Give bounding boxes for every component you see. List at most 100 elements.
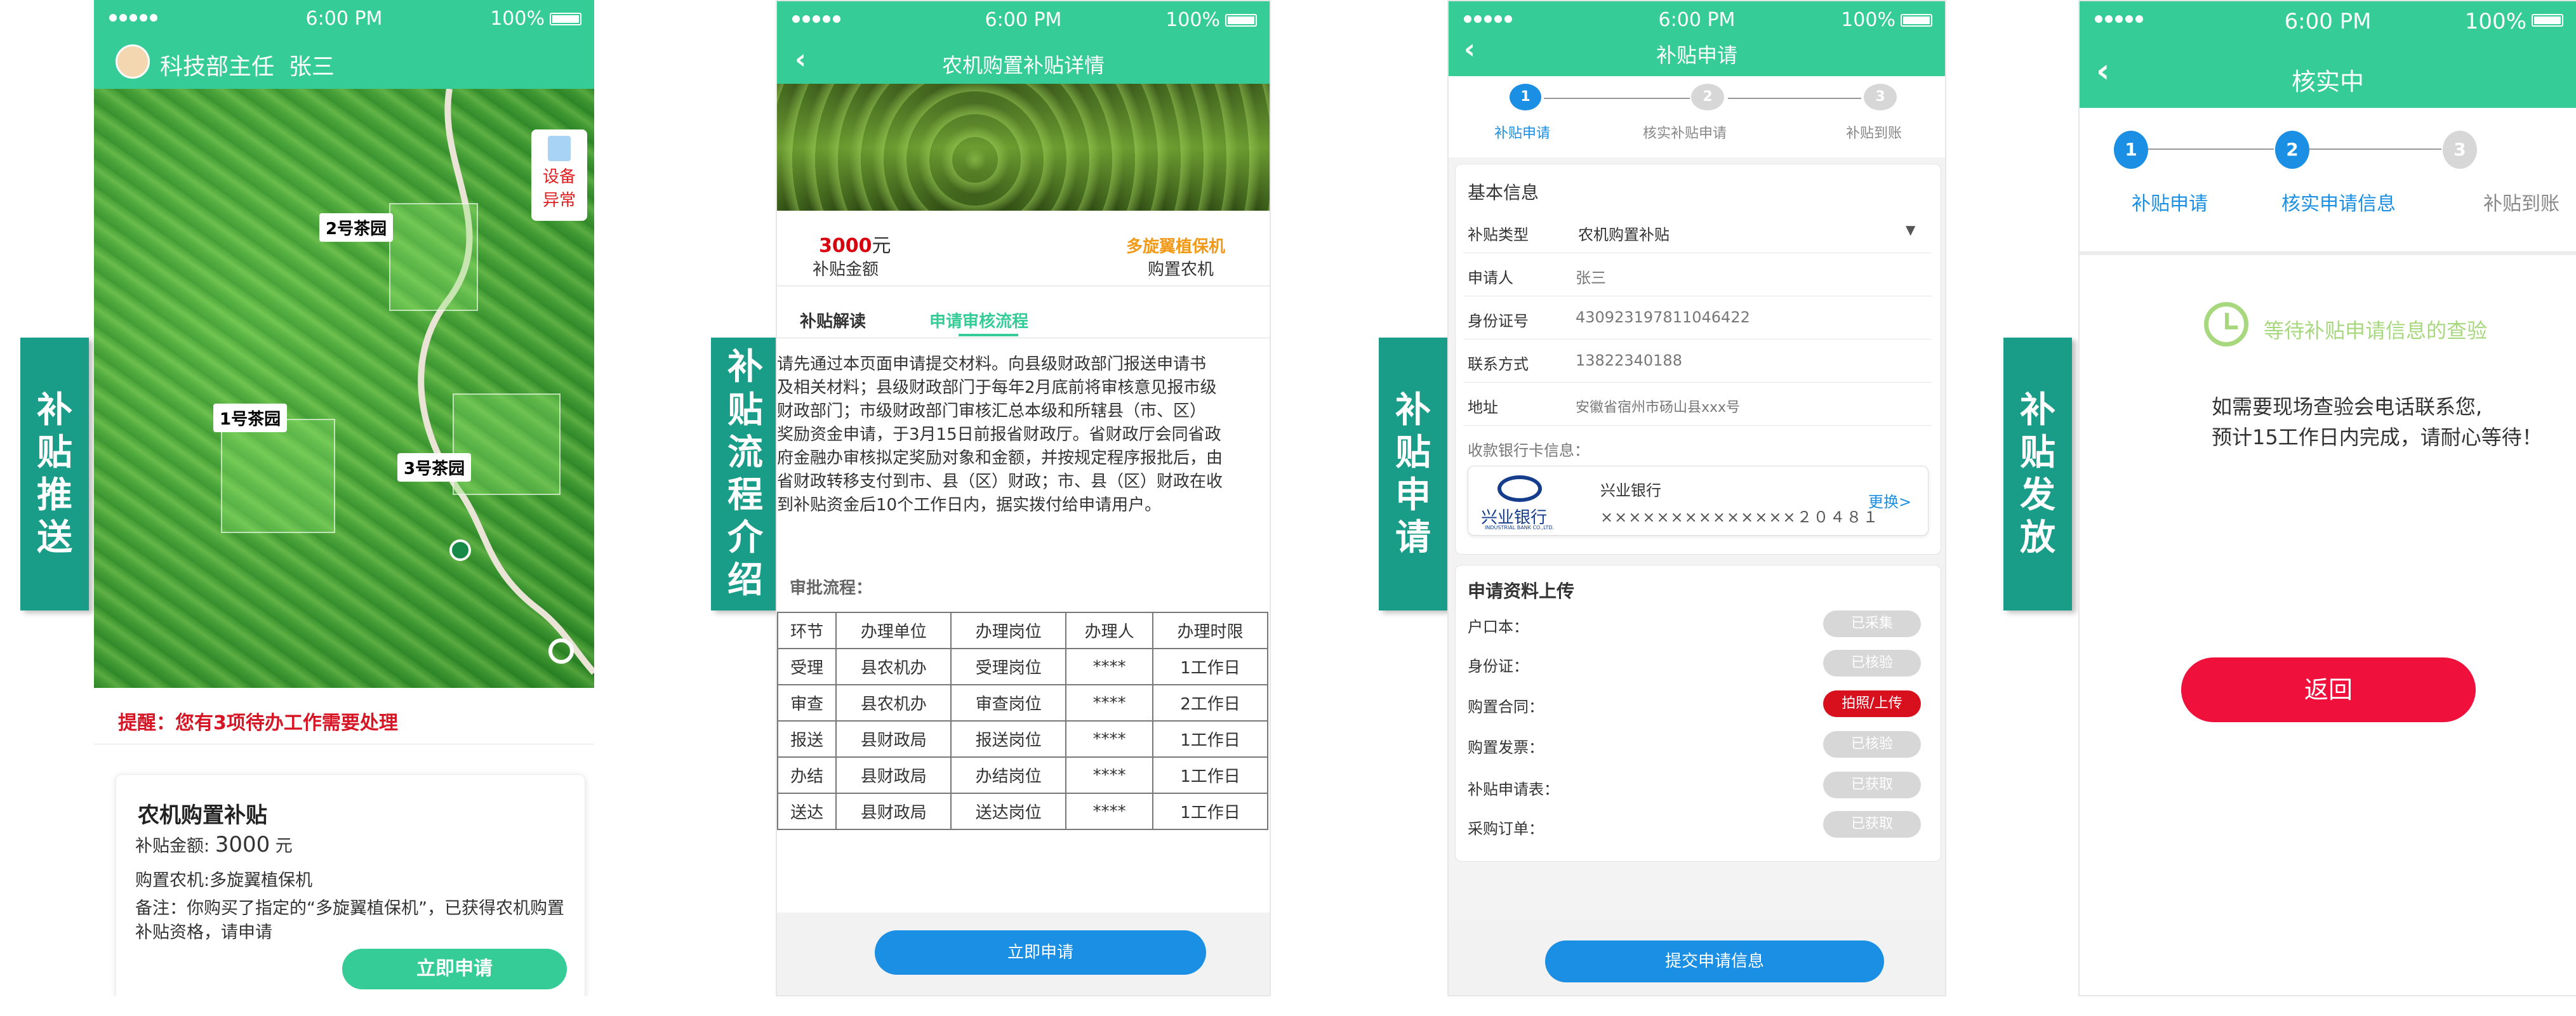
page-title: 补贴申请 [1656,43,1737,67]
user-title: 科技部主任 张三 [160,54,335,80]
step-line [2148,148,2274,150]
alert-text-line1: 设备 [542,168,576,187]
bank-logo-icon [1497,475,1542,502]
garden-label-3[interactable]: 3号茶园 [397,453,472,482]
return-button[interactable]: 返回 [2181,657,2476,722]
upload-contract-button[interactable]: 拍照/上传 [1823,690,1921,717]
table-cell: **** [1065,684,1153,722]
step-3-circle: 3 [2443,131,2477,169]
tea-garden-map[interactable]: 2号茶园 1号茶园 3号茶园 设备 异常 [94,89,594,688]
bank-name: 兴业银行 [1600,482,1661,499]
tab-char: 绍 [727,560,763,602]
field-label-id-number: 身份证号 [1468,312,1529,330]
id-number-field[interactable]: 430923197811046422 [1576,308,1750,326]
step-line [1728,98,1861,99]
step-1-circle: 1 [2114,131,2148,169]
amount-unit: 元 [270,836,293,856]
table-cell: **** [1065,720,1153,758]
estimate-message: 预计15工作日内完成，请耐心等待！ [2212,425,2542,449]
paragraph-line: 及相关材料；县级财政部门于每年2月底前将审核意见报市级 [777,378,1217,397]
bank-card[interactable]: 兴业银行 INDUSTRIAL BANK CO.,LTD. 兴业银行 ×××××… [1468,466,1929,536]
table-cell: 办结 [777,756,837,794]
change-card-link[interactable]: 更换> [1868,489,1911,511]
table-header: 办理人 [1065,612,1153,649]
garden-zone-2[interactable] [389,203,478,311]
tab-char: 申 [1395,475,1431,516]
table-row: 送达 县财政局 送达岗位 **** 1工作日 [777,793,1269,830]
paragraph-line: 府金融办审核拟定奖励对象和金额，并按规定程序报批后，由 [777,449,1223,468]
screen-push: 6:00 PM 100% 科技部主任 张三 2号茶园 1号茶园 3号茶园 设备 … [94,0,594,996]
divider [2080,251,2576,255]
upload-status-household[interactable]: 已采集 [1823,610,1921,637]
tab-char: 推 [37,475,72,516]
location-pin-icon[interactable] [449,539,471,561]
card-amount: 补贴金额: 3000 元 [135,832,293,857]
card-machine: 购置农机:多旋翼植保机 [135,871,313,890]
apply-now-button[interactable]: 立即申请 [875,930,1206,975]
tab-review-flow[interactable]: 申请审核流程 [929,308,1028,332]
tab-subsidy-reading[interactable]: 补贴解读 [800,308,866,332]
subsidy-card[interactable]: 农机购置补贴 补贴金额: 3000 元 购置农机:多旋翼植保机 备注：你购买了指… [116,774,585,996]
card-note: 备注：你购买了指定的“多旋翼植保机”，已获得农机购置补贴资格，请申请 [135,899,564,942]
status-bar: 6:00 PM 100% [94,0,594,38]
amount-num: 3000 [819,235,872,257]
reminder-text[interactable]: 提醒：您有3项待办工作需要处理 [118,707,398,735]
contact-field[interactable]: 13822340188 [1576,352,1682,369]
paragraph-line: 省财政转移支付到市、县（区）财政；市、县（区）财政在收 [777,472,1223,491]
step-line [1544,98,1690,99]
garden-zone-1[interactable] [221,419,335,533]
table-cell: 1工作日 [1152,793,1269,830]
section-tab-process: 补 贴 流 程 介 绍 [711,338,780,610]
applicant-field[interactable]: 张三 [1576,265,1606,287]
upload-status-id-card[interactable]: 已核验 [1823,650,1921,676]
approval-flow-heading: 审批流程： [790,579,873,598]
hero-image [777,84,1270,211]
garden-label-1[interactable]: 1号茶园 [213,404,288,432]
table-cell: 办结岗位 [950,756,1067,794]
tab-char: 介 [727,517,763,559]
table-header: 办理岗位 [950,612,1067,649]
table-cell: 审查 [777,684,837,722]
table-cell: 2工作日 [1152,684,1269,722]
battery-icon [550,13,581,25]
tab-char: 流 [727,432,763,473]
table-row: 办结 县财政局 办结岗位 **** 1工作日 [777,756,1269,794]
step-1-label: 补贴申请 [1494,126,1551,142]
process-paragraph: 请先通过本页面申请提交材料。向县级财政部门报送申请书 及相关材料；县级财政部门于… [777,353,1270,517]
tab-char: 请 [1395,517,1431,559]
upload-label-id-card: 身份证： [1468,657,1529,675]
screen-apply: 6:00 PM 100% ‹ 补贴申请 1 2 3 补贴申请 核实补贴申请 补贴… [1447,0,1946,996]
tab-indicator [959,334,1018,336]
bank-logo-subtext: INDUSTRIAL BANK CO.,LTD. [1485,525,1555,531]
battery-percent: 100% [490,8,545,30]
upload-label-household: 户口本： [1468,618,1529,636]
upload-label-invoice: 购置发票： [1468,739,1544,756]
locate-icon[interactable] [548,638,574,664]
subsidy-type-select[interactable]: 农机购置补贴 [1578,222,1670,244]
table-cell: 送达岗位 [950,793,1067,830]
step-3-label: 补贴到账 [1846,126,1902,142]
apply-now-button[interactable]: 立即申请 [342,949,567,989]
avatar[interactable] [116,44,150,79]
submit-application-button[interactable]: 提交申请信息 [1545,940,1884,982]
tab-char: 贴 [2020,432,2055,473]
device-alert-badge[interactable]: 设备 异常 [531,129,587,221]
divider [1464,382,1931,383]
table-cell: 县财政局 [835,793,952,830]
section-tab-apply: 补 贴 申 请 [1379,338,1447,610]
machine-name: 多旋翼植保机 [1126,237,1226,256]
section-tab-issue: 补 贴 发 放 [2003,338,2072,610]
upload-status-invoice[interactable]: 已核验 [1823,731,1921,758]
bank-card-label: 收款银行卡信息： [1468,442,1590,459]
chevron-down-icon[interactable]: ▼ [1906,222,1915,237]
table-header-row: 环节 办理单位 办理岗位 办理人 办理时限 [777,612,1269,649]
table-cell: 1工作日 [1152,648,1269,685]
upload-status-application-form[interactable]: 已获取 [1823,772,1921,798]
address-field[interactable]: 安徽省宿州市砀山县xxx号 [1576,396,1740,416]
garden-label-2[interactable]: 2号茶园 [319,213,394,242]
tab-char: 补 [2020,389,2055,431]
upload-label-purchase-order: 采购订单： [1468,820,1544,838]
field-label-address: 地址 [1468,399,1498,416]
battery-percent: 100% [1165,9,1220,31]
upload-status-purchase-order[interactable]: 已获取 [1823,811,1921,838]
